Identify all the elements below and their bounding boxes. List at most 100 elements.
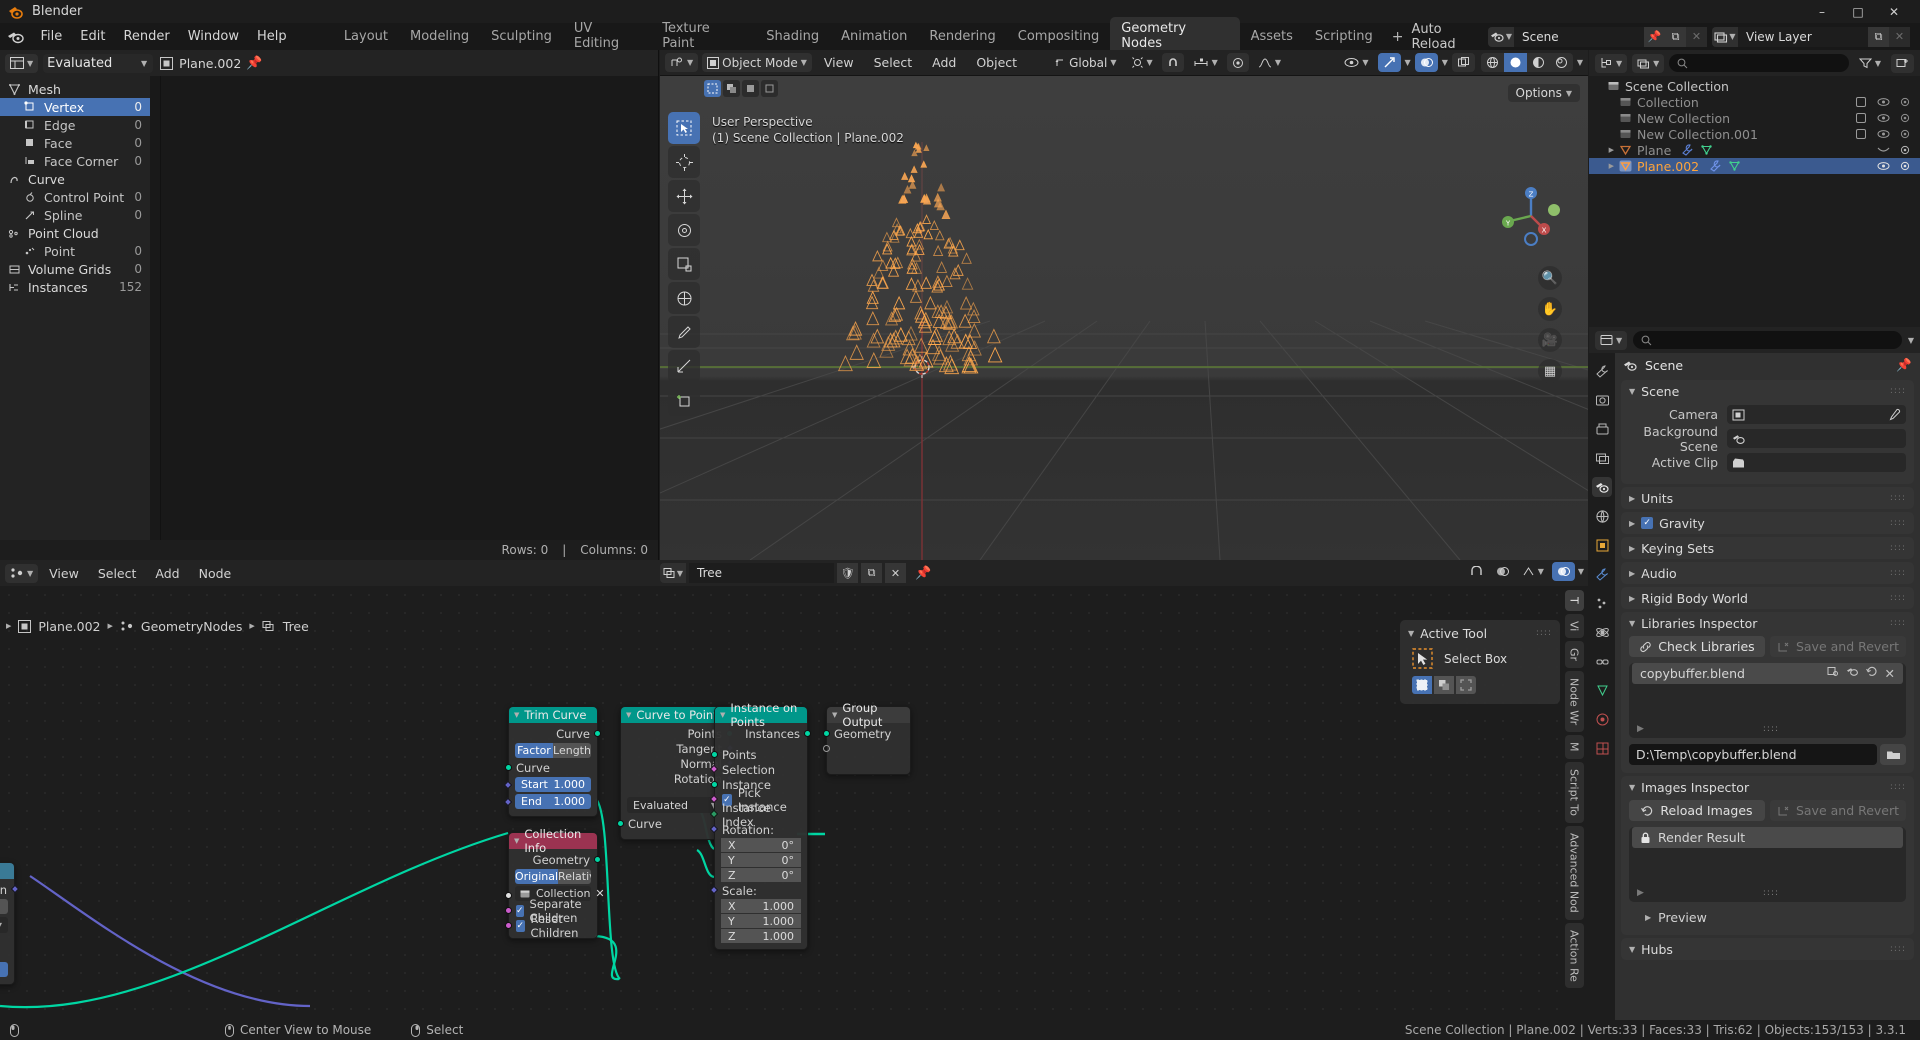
node-mode-dropdown[interactable]: Evaluated ▼ (627, 797, 723, 813)
blender-menu-icon[interactable] (4, 27, 27, 47)
tab-view-layer[interactable] (1592, 448, 1612, 468)
node-value-field[interactable]: 1.000 (0, 962, 8, 977)
spreadsheet-grid[interactable] (150, 76, 658, 560)
background-scene-field[interactable] (1727, 429, 1906, 448)
node-field-end[interactable]: End 1.000 (515, 794, 591, 809)
outliner-row-scene-collection[interactable]: Scene Collection (1589, 78, 1920, 94)
drag-dots-icon[interactable]: :::: (1890, 618, 1906, 628)
input-socket-end[interactable] (503, 797, 513, 807)
output-socket[interactable] (594, 856, 601, 863)
panel-audio-header[interactable]: ▶ Audio :::: (1621, 562, 1914, 584)
drag-dots-icon[interactable]: :::: (1890, 568, 1906, 578)
fake-user-shield-icon[interactable]: 🛡 (837, 563, 858, 583)
open-folder-icon[interactable] (1880, 744, 1906, 765)
menu-file[interactable]: File (31, 26, 71, 47)
dataset-group-curve[interactable]: Curve (0, 170, 150, 188)
disable-render-icon[interactable] (1898, 127, 1912, 141)
enum-option[interactable]: Z (0, 899, 8, 914)
enum-option-length[interactable]: Length (553, 743, 591, 758)
tool-move[interactable] (668, 180, 700, 212)
editor-type-properties-icon[interactable]: ▼ (1595, 330, 1628, 350)
node-canvas[interactable]: ▶ Plane.002 ▶ GeometryNodes ▶ Tree n ▼ T… (0, 586, 1588, 1020)
node-header[interactable]: ▼ Instance on Points (715, 701, 807, 729)
select-mode-extend-icon[interactable] (1434, 676, 1454, 694)
outliner-row-plane[interactable]: ▶ Plane (1589, 142, 1920, 158)
workspace-tab-layout[interactable]: Layout (333, 25, 399, 49)
disable-render-icon[interactable] (1898, 111, 1912, 125)
output-socket[interactable] (594, 730, 601, 737)
outliner-search-input[interactable] (1669, 54, 1849, 72)
rotation-x-field[interactable]: X 0° (721, 838, 801, 852)
node-overlays-toggle[interactable] (1551, 562, 1575, 581)
editor-type-spreadsheet-icon[interactable]: ▼ (5, 53, 39, 73)
images-save-revert-button[interactable]: Save and Revert (1770, 800, 1906, 821)
hide-eye-icon[interactable] (1876, 111, 1890, 125)
tool-rotate[interactable] (668, 214, 700, 246)
rotation-z-field[interactable]: Z 0° (721, 868, 801, 882)
node-field-start[interactable]: Start 1.000 (515, 777, 591, 792)
node-header[interactable]: ▼ Trim Curve (509, 707, 597, 723)
interaction-mode-select[interactable]: Object Mode ▼ (702, 53, 812, 72)
input-socket-start[interactable] (503, 780, 513, 790)
disable-render-icon[interactable] (1898, 95, 1912, 109)
dataset-group-instances[interactable]: Instances 152 (0, 278, 150, 296)
xray-toggle[interactable] (1451, 53, 1475, 72)
dataset-item-vertex[interactable]: Vertex 0 (0, 98, 150, 116)
editor-type-geometry-nodes-icon[interactable]: ▼ (5, 563, 39, 583)
exclude-checkbox[interactable] (1854, 111, 1868, 125)
viewport-menu-view[interactable]: View (816, 53, 862, 72)
pivot-point-select[interactable]: ▼ (1126, 53, 1158, 72)
shading-wireframe-button[interactable] (1480, 53, 1504, 72)
exclude-checkbox[interactable] (1854, 95, 1868, 109)
snap-node-icon[interactable] (1465, 562, 1488, 581)
panel-units-header[interactable]: ▶ Units :::: (1621, 487, 1914, 509)
input-socket[interactable] (617, 820, 624, 827)
tab-data[interactable] (1592, 680, 1612, 700)
proportional-node-icon[interactable]: ▼ (1517, 562, 1549, 581)
drag-dots-icon[interactable]: :::: (1763, 724, 1779, 734)
tab-world[interactable] (1592, 506, 1612, 526)
panel-images-header[interactable]: ▼ Images Inspector :::: (1621, 776, 1914, 798)
visibility-select[interactable]: ▼ (1339, 53, 1373, 72)
overlays-toggle[interactable] (1414, 53, 1438, 72)
nodetree-icon[interactable]: ▼ (660, 563, 686, 583)
node-enum-axis[interactable]: Z (0, 899, 8, 914)
enum-option-relative[interactable]: Relative (558, 869, 591, 884)
sidebar-tab-script-tools[interactable]: Script To (1564, 761, 1584, 823)
tab-render[interactable] (1592, 390, 1612, 410)
hide-eye-icon[interactable] (1876, 127, 1890, 141)
dataset-group-mesh[interactable]: Mesh (0, 80, 150, 98)
workspace-tab-compositing[interactable]: Compositing (1007, 25, 1111, 49)
node-header[interactable]: ▼ Curve to Points (621, 707, 729, 723)
blender-file-icon[interactable] (1846, 666, 1859, 681)
pin-icon[interactable]: 📌 (915, 566, 931, 581)
camera-field[interactable] (1727, 405, 1906, 424)
remove-library-icon[interactable]: ✕ (1885, 666, 1895, 681)
dataset-item-point[interactable]: Point 0 (0, 242, 150, 260)
disable-render-icon[interactable] (1898, 159, 1912, 173)
pan-hand-icon[interactable]: ✋ (1538, 297, 1562, 321)
select-mode-3-icon[interactable] (742, 80, 759, 97)
node-menu-select[interactable]: Select (90, 564, 145, 583)
tab-constraints[interactable] (1592, 651, 1612, 671)
workspace-tab-shading[interactable]: Shading (755, 25, 830, 49)
outliner-row-new-collection[interactable]: New Collection (1589, 110, 1920, 126)
sidebar-tab-advanced-nodes[interactable]: Advanced Nod (1564, 825, 1584, 920)
viewport-canvas[interactable]: Options ▼ User Perspective (1) Scene Col… (660, 76, 1588, 560)
select-mode-set-icon[interactable] (1412, 676, 1432, 694)
workspace-tab-sculpting[interactable]: Sculpting (480, 25, 563, 49)
input-socket-collection[interactable] (505, 892, 512, 899)
tab-tool[interactable] (1592, 361, 1612, 381)
tool-add-cube[interactable] (668, 384, 700, 416)
hide-eye-icon[interactable] (1876, 159, 1890, 173)
drag-dots-icon[interactable]: :::: (1890, 543, 1906, 553)
editor-type-outliner-icon[interactable]: ▼ (1595, 53, 1628, 73)
tool-cursor[interactable] (668, 146, 700, 178)
drag-dots-icon[interactable]: :::: (1890, 593, 1906, 603)
node-dropdown[interactable]: to ▼ (0, 917, 8, 933)
drag-dots-icon[interactable]: :::: (1890, 944, 1906, 954)
scale-y-field[interactable]: Y 1.000 (721, 914, 801, 928)
close-button[interactable]: ✕ (1876, 0, 1912, 23)
panel-libraries-header[interactable]: ▼ Libraries Inspector :::: (1621, 612, 1914, 634)
hide-eye-icon[interactable] (1876, 95, 1890, 109)
